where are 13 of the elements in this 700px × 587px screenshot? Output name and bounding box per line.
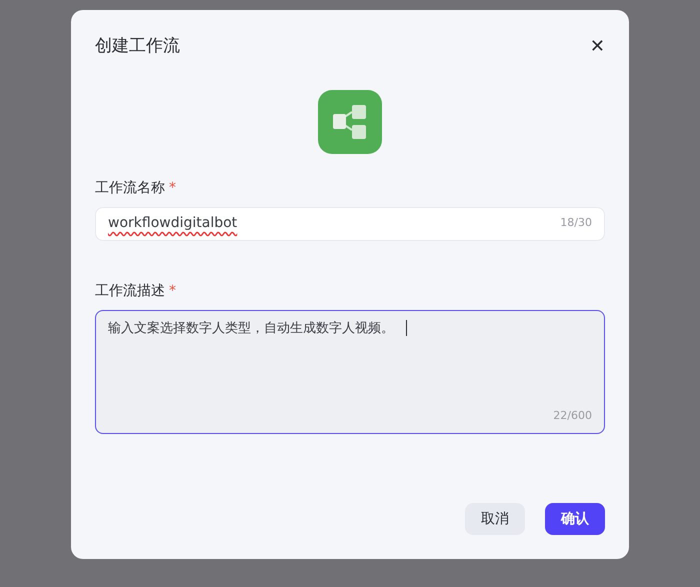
cancel-button[interactable]: 取消 xyxy=(465,503,525,535)
char-counter: 18/30 xyxy=(560,215,592,232)
description-field[interactable]: 输入文案选择数字人类型，自动生成数字人视频。 22/600 xyxy=(95,310,605,434)
required-mark: * xyxy=(169,178,176,198)
field-label: 工作流名称 xyxy=(95,178,165,198)
dialog-title: 创建工作流 xyxy=(95,35,180,58)
name-field[interactable]: workflowdigitalbot 18/30 xyxy=(95,206,605,240)
close-button[interactable]: ✕ xyxy=(590,38,605,56)
char-counter: 22/600 xyxy=(553,408,592,424)
workflow-icon xyxy=(318,90,382,154)
required-mark: * xyxy=(169,282,176,300)
field-label: 工作流描述 xyxy=(95,282,165,300)
confirm-button[interactable]: 确认 xyxy=(545,503,605,535)
